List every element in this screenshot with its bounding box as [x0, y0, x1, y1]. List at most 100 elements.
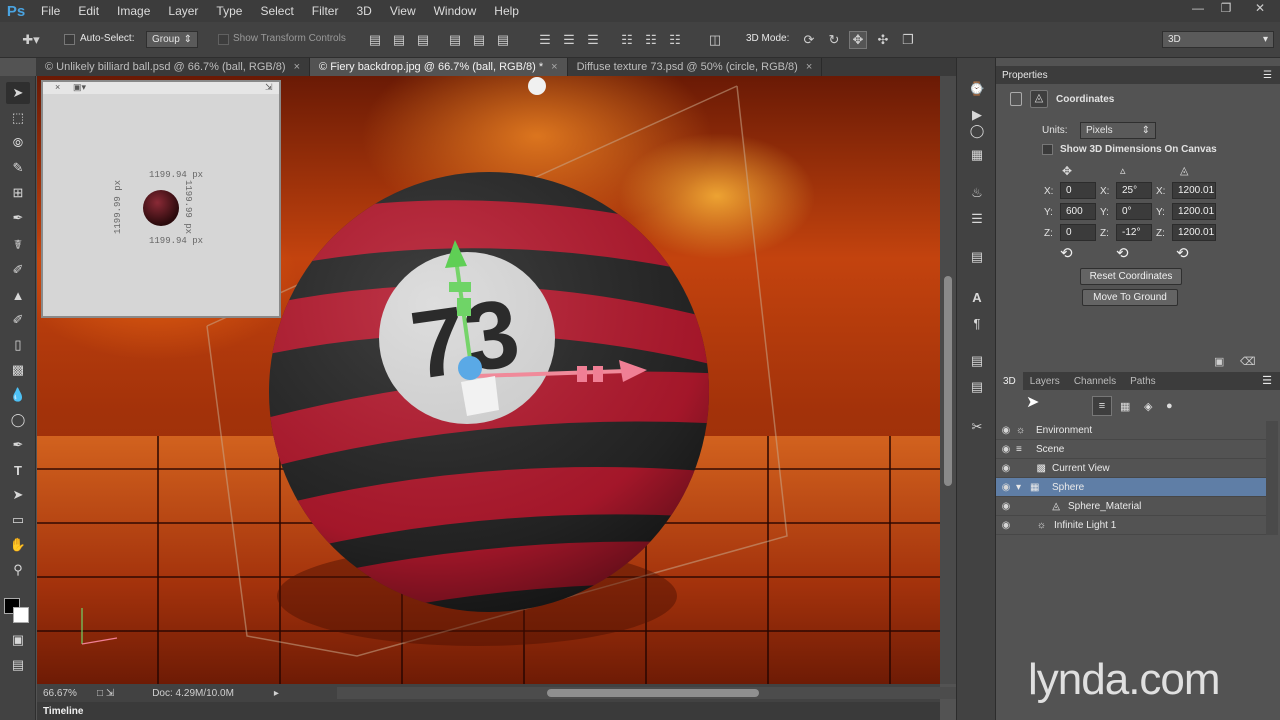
coordinates-icon[interactable]: ◬ — [1030, 90, 1048, 108]
type-tool-icon[interactable]: T — [6, 459, 30, 481]
healing-brush-icon[interactable]: ☤ — [6, 234, 30, 256]
new-icon[interactable]: ▣ — [1214, 355, 1224, 368]
eye-icon[interactable]: ◉ — [996, 501, 1016, 512]
transform-controls-checkbox[interactable] — [218, 34, 229, 45]
distribute-hcenter-icon[interactable]: ☷ — [642, 31, 660, 49]
align-left-icon[interactable]: ▤ — [446, 31, 464, 49]
materials-filter-icon[interactable]: ◈ — [1144, 400, 1152, 413]
panel-menu-icon[interactable]: ☰ — [1263, 70, 1272, 81]
distribute-vcenter-icon[interactable]: ☰ — [560, 31, 578, 49]
rot-z-field[interactable]: -12° — [1116, 224, 1152, 241]
character-icon[interactable]: A — [965, 286, 989, 308]
reset-coordinates-button[interactable]: Reset Coordinates — [1080, 268, 1182, 285]
menu-filter[interactable]: Filter — [303, 0, 348, 22]
screen-mode-icon[interactable]: ▤ — [6, 654, 30, 676]
lasso-tool-icon[interactable]: ⦾ — [6, 132, 30, 154]
tab-layers[interactable]: Layers — [1023, 372, 1067, 390]
tab-channels[interactable]: Channels — [1067, 372, 1123, 390]
reset-scale-icon[interactable]: ⟲ — [1176, 244, 1189, 262]
rectangle-tool-icon[interactable]: ▭ — [6, 509, 30, 531]
layer-comps-icon[interactable]: ▤ — [965, 246, 989, 268]
menu-edit[interactable]: Edit — [69, 0, 108, 22]
move-tool-preset-icon[interactable]: ✚▾ — [18, 31, 44, 49]
minimize-icon[interactable]: — — [1184, 0, 1212, 16]
swatches-grid-icon[interactable]: ▦ — [965, 144, 989, 166]
zoom-tool-icon[interactable]: ⚲ — [6, 559, 30, 581]
quick-select-tool-icon[interactable]: ✎ — [6, 157, 30, 179]
swap-view-icon[interactable]: ⇲ — [265, 82, 273, 93]
eye-icon[interactable]: ◉ — [996, 520, 1016, 531]
menu-image[interactable]: Image — [108, 0, 159, 22]
history-brush-icon[interactable]: ✐ — [6, 309, 30, 331]
pos-x-field[interactable]: 0 — [1060, 182, 1096, 199]
gizmo-center[interactable] — [458, 356, 482, 380]
background-color-swatch[interactable] — [13, 607, 29, 623]
trash-icon[interactable]: ⌫ — [1240, 355, 1256, 368]
menu-3d[interactable]: 3D — [347, 0, 380, 22]
scene-row-sphere[interactable]: ◉ ▾ ▦ Sphere — [996, 478, 1266, 497]
close-icon[interactable]: × — [55, 82, 60, 92]
paragraph-icon[interactable]: ¶ — [965, 312, 989, 334]
move-to-ground-button[interactable]: Move To Ground — [1082, 289, 1178, 306]
clone-stamp-icon[interactable]: ▲ — [6, 284, 30, 306]
panel-menu-icon[interactable]: ☰ — [1262, 372, 1272, 390]
distribute-left-icon[interactable]: ☷ — [618, 31, 636, 49]
brush-tool-icon[interactable]: ✐ — [6, 259, 30, 281]
menu-help[interactable]: Help — [485, 0, 528, 22]
tab-fiery-backdrop[interactable]: © Fiery backdrop.jpg @ 66.7% (ball, RGB/… — [310, 58, 568, 76]
doc-size[interactable]: Doc: 4.29M/10.0M — [152, 688, 234, 699]
tab-3d[interactable]: 3D — [996, 372, 1023, 390]
scene-row-sphere-material[interactable]: ◉ ◬ Sphere_Material — [996, 497, 1266, 516]
view-select-icon[interactable]: ▣▾ — [73, 82, 86, 93]
menu-layer[interactable]: Layer — [159, 0, 207, 22]
history-icon[interactable]: ⌚ — [965, 78, 989, 100]
scene-row-current-view[interactable]: ◉ ▩ Current View — [996, 459, 1266, 478]
menu-type[interactable]: Type — [207, 0, 251, 22]
auto-select-dropdown[interactable]: Group ⇕ — [146, 31, 198, 48]
scale-x-field[interactable]: 1200.01 — [1172, 182, 1216, 199]
orbit-3d-icon[interactable]: ⟳ — [800, 31, 818, 49]
close-icon[interactable]: ✕ — [1240, 0, 1280, 16]
reset-rotation-icon[interactable]: ⟲ — [1116, 244, 1129, 262]
y-scale-handle[interactable] — [457, 298, 471, 316]
pos-z-field[interactable]: 0 — [1060, 224, 1096, 241]
auto-select-checkbox[interactable] — [64, 34, 75, 45]
pen-tool-icon[interactable]: ✒ — [6, 434, 30, 456]
rot-x-field[interactable]: 25° — [1116, 182, 1152, 199]
align-bottom-icon[interactable]: ▤ — [414, 31, 432, 49]
distribute-bottom-icon[interactable]: ☰ — [584, 31, 602, 49]
crop-tool-icon[interactable]: ⊞ — [6, 182, 30, 204]
blur-tool-icon[interactable]: 💧 — [6, 384, 30, 406]
dodge-tool-icon[interactable]: ◯ — [6, 409, 30, 431]
align-vcenter-icon[interactable]: ▤ — [390, 31, 408, 49]
vertical-scrollbar[interactable] — [940, 76, 956, 684]
move-tool-icon[interactable]: ➤ — [6, 82, 30, 104]
roll-3d-icon[interactable]: ↻ — [825, 31, 843, 49]
meshes-filter-icon[interactable]: ▦ — [1120, 400, 1130, 413]
zoom-level[interactable]: 66.67% — [43, 688, 91, 699]
close-icon[interactable]: × — [806, 61, 812, 73]
scene-row-environment[interactable]: ◉ ☼ Environment — [996, 421, 1266, 440]
scale-y-field[interactable]: 1200.01 — [1172, 203, 1216, 220]
eye-icon[interactable]: ◉ — [996, 425, 1016, 436]
path-select-icon[interactable]: ➤ — [6, 484, 30, 506]
distribute-right-icon[interactable]: ☷ — [666, 31, 684, 49]
quick-mask-icon[interactable]: ▣ — [6, 629, 30, 651]
light-widget-icon[interactable] — [528, 77, 546, 95]
layer-icon[interactable] — [1010, 92, 1022, 106]
eye-icon[interactable]: ◉ — [996, 463, 1016, 474]
z-axis-handle[interactable] — [461, 376, 499, 416]
auto-align-icon[interactable]: ◫ — [706, 31, 724, 49]
reset-position-icon[interactable]: ⟲ — [1060, 244, 1073, 262]
align-hcenter-icon[interactable]: ▤ — [470, 31, 488, 49]
scene-row-infinite-light[interactable]: ◉ ☼ Infinite Light 1 — [996, 516, 1266, 535]
eraser-tool-icon[interactable]: ▯ — [6, 334, 30, 356]
pan-3d-icon[interactable]: ✥ — [849, 31, 867, 49]
eye-icon[interactable]: ◉ — [996, 482, 1016, 493]
info-icon[interactable]: ▤ — [965, 376, 989, 398]
marquee-tool-icon[interactable]: ⬚ — [6, 107, 30, 129]
align-top-icon[interactable]: ▤ — [366, 31, 384, 49]
align-right-icon[interactable]: ▤ — [494, 31, 512, 49]
menu-window[interactable]: Window — [425, 0, 486, 22]
status-menu-icon[interactable]: ▸ — [274, 688, 279, 699]
